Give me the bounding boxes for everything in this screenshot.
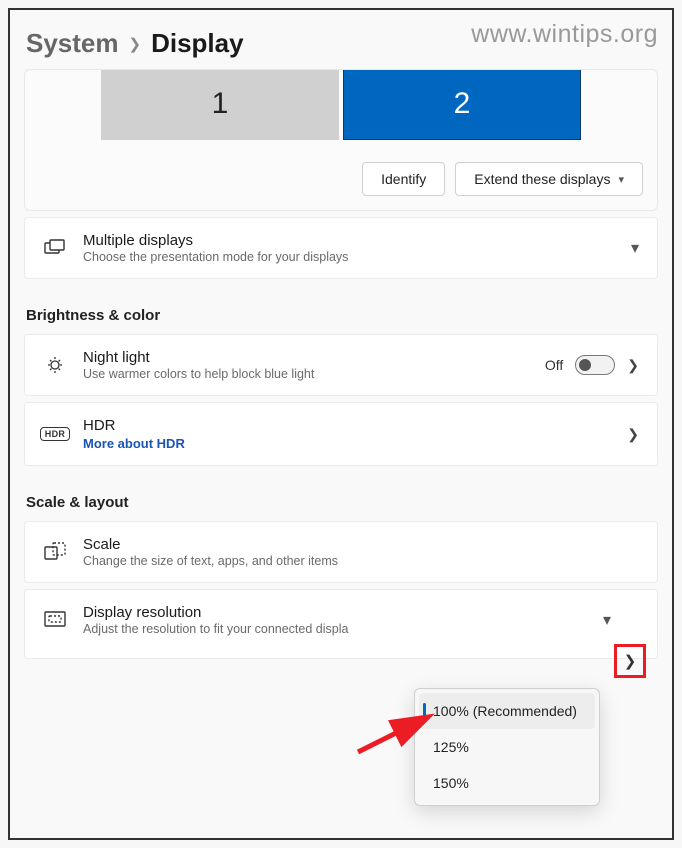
- night-light-state: Off: [545, 357, 563, 373]
- extend-label: Extend these displays: [474, 171, 610, 187]
- night-light-icon: [43, 355, 67, 375]
- resolution-title: Display resolution: [83, 604, 587, 621]
- hdr-title: HDR: [83, 417, 611, 434]
- watermark-text: www.wintips.org: [471, 20, 658, 49]
- resolution-icon: [43, 611, 67, 629]
- scale-option-100[interactable]: 100% (Recommended): [419, 693, 595, 729]
- chevron-down-icon: ▾: [603, 610, 611, 630]
- scale-icon: [43, 542, 67, 562]
- breadcrumb-parent[interactable]: System: [26, 28, 119, 59]
- monitor-1[interactable]: 1: [101, 70, 339, 140]
- monitor-2-selected[interactable]: 2: [343, 70, 581, 140]
- night-light-title: Night light: [83, 349, 529, 366]
- chevron-right-icon: ❯: [627, 357, 639, 374]
- multiple-displays-sub: Choose the presentation mode for your di…: [83, 250, 615, 264]
- arrow-annotation: [352, 708, 442, 758]
- scale-row[interactable]: Scale Change the size of text, apps, and…: [24, 521, 658, 583]
- hdr-icon: HDR: [43, 427, 67, 441]
- multiple-displays-title: Multiple displays: [83, 232, 615, 249]
- display-resolution-row[interactable]: Display resolution Adjust the resolution…: [24, 589, 658, 659]
- multiple-displays-icon: [43, 239, 67, 257]
- night-light-row[interactable]: Night light Use warmer colors to help bl…: [24, 334, 658, 396]
- identify-label: Identify: [381, 171, 426, 187]
- multiple-displays-row[interactable]: Multiple displays Choose the presentatio…: [24, 217, 658, 279]
- monitor-arrangement-panel: 1 2 Identify Extend these displays ▾: [24, 69, 658, 211]
- extend-displays-dropdown[interactable]: Extend these displays ▾: [455, 162, 643, 196]
- resolution-sub: Adjust the resolution to fit your connec…: [83, 622, 587, 636]
- brightness-color-heading: Brightness & color: [26, 307, 658, 324]
- chevron-right-icon: ❯: [627, 426, 639, 443]
- scale-option-150[interactable]: 150%: [419, 765, 595, 801]
- night-light-toggle[interactable]: [575, 355, 615, 375]
- highlight-box: ❯: [614, 644, 646, 678]
- identify-button[interactable]: Identify: [362, 162, 445, 196]
- chevron-down-icon: ▾: [631, 238, 639, 258]
- night-light-sub: Use warmer colors to help block blue lig…: [83, 367, 529, 381]
- scale-title: Scale: [83, 536, 423, 553]
- hdr-more-link[interactable]: More about HDR: [83, 436, 611, 451]
- chevron-right-icon: ❯: [129, 35, 142, 53]
- hdr-row[interactable]: HDR HDR More about HDR ❯: [24, 402, 658, 466]
- scale-option-125[interactable]: 125%: [419, 729, 595, 765]
- breadcrumb-current: Display: [151, 28, 244, 59]
- chevron-right-icon[interactable]: ❯: [624, 652, 637, 670]
- scale-layout-heading: Scale & layout: [26, 494, 658, 511]
- chevron-down-icon: ▾: [618, 173, 624, 186]
- scale-sub: Change the size of text, apps, and other…: [83, 554, 383, 568]
